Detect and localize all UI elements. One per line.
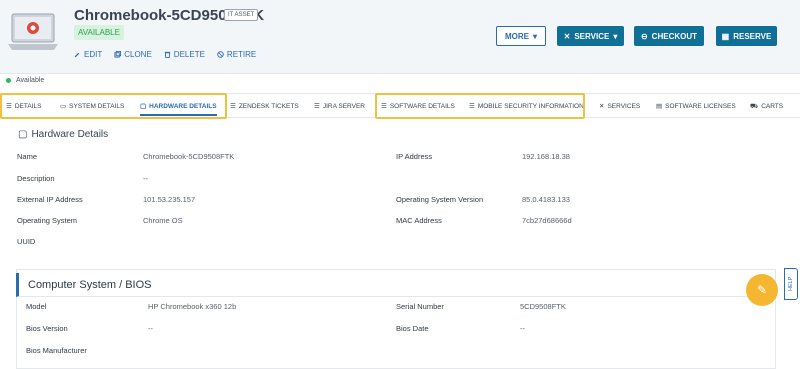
field-label: Bios Version: [26, 324, 68, 333]
asset-header: Chromebook-5CD9508FTK IT ASSET AVAILABLE…: [0, 0, 800, 74]
help-tab[interactable]: HELP: [784, 268, 798, 300]
highlight-box-left: [0, 93, 227, 119]
calendar-icon: ▦: [721, 31, 730, 41]
document-icon: ▤: [656, 103, 663, 110]
tab-jira-server[interactable]: ☰ JIRA SERVER: [314, 94, 365, 118]
field-label: Model: [26, 302, 47, 311]
assistant-fab-button[interactable]: ✎: [746, 274, 778, 306]
broom-icon: ✎: [756, 283, 768, 297]
field-value: 5CD9508FTK: [520, 302, 566, 311]
asset-actions: EDIT CLONE DELETE RETIRE: [74, 50, 256, 59]
ban-icon: [217, 51, 224, 58]
field-value: 7cb27d68666d: [522, 216, 572, 225]
retire-link[interactable]: RETIRE: [217, 50, 256, 59]
field-value: 192.168.18.38: [522, 152, 570, 161]
service-label: SERVICE: [574, 31, 610, 41]
arrow-circle-icon: ⊖: [640, 31, 648, 41]
reserve-button[interactable]: ▦ RESERVE: [716, 26, 777, 46]
list-icon: ☰: [230, 103, 236, 110]
clone-link[interactable]: CLONE: [114, 50, 152, 59]
tab-label: CARTS: [761, 102, 784, 110]
tab-label: SOFTWARE LICENSES: [665, 102, 736, 110]
field-label: MAC Address: [396, 216, 442, 225]
field-label: Name: [17, 152, 38, 161]
availability-badge: AVAILABLE: [74, 25, 124, 40]
section-title-text: Hardware Details: [31, 129, 109, 140]
status-dot-icon: [6, 78, 11, 83]
chip-icon: ▢: [18, 129, 28, 140]
checkout-label: CHECKOUT: [651, 31, 698, 41]
highlight-box-right: [375, 93, 585, 119]
tab-software-licenses[interactable]: ▤ SOFTWARE LICENSES: [656, 94, 736, 118]
bios-section-title: Computer System / BIOS: [16, 273, 776, 297]
field-value: --: [143, 174, 148, 183]
field-value: Chromebook-5CD9508FTK: [143, 152, 235, 161]
copy-icon: [114, 51, 122, 58]
more-label: MORE: [504, 31, 529, 41]
field-label: Operating System Version: [396, 195, 484, 204]
field-label: Bios Manufacturer: [26, 346, 87, 355]
delete-link[interactable]: DELETE: [164, 50, 205, 59]
caret-down-icon: ▾: [613, 31, 618, 41]
field-label: External IP Address: [17, 195, 83, 204]
field-label: IP Address: [396, 152, 433, 161]
delete-label: DELETE: [173, 50, 205, 59]
asset-type-tag: IT ASSET: [224, 9, 259, 21]
field-value: 85.0.4183.133: [522, 195, 570, 204]
pencil-icon: [74, 52, 80, 58]
tab-services[interactable]: ✕ SERVICES: [599, 94, 640, 118]
trash-icon: [164, 51, 170, 58]
tab-label: JIRA SERVER: [322, 102, 365, 110]
status-line: Available: [0, 77, 44, 84]
field-label: Description: [17, 174, 55, 183]
hardware-section-title: ▢ Hardware Details: [18, 129, 108, 140]
field-label: Bios Date: [396, 324, 429, 333]
field-label: UUID: [17, 237, 36, 246]
list-icon: ☰: [314, 103, 320, 110]
field-value: --: [148, 324, 153, 333]
checkout-button[interactable]: ⊖ CHECKOUT: [634, 26, 704, 46]
field-value: HP Chromebook x360 12b: [148, 302, 237, 311]
field-label: Operating System: [17, 216, 78, 225]
edit-label: EDIT: [84, 50, 103, 59]
tab-label: SERVICES: [607, 102, 641, 110]
cart-icon: ⛟: [750, 102, 759, 110]
more-button[interactable]: MORE ▾: [496, 26, 546, 46]
clone-label: CLONE: [124, 50, 152, 59]
tab-carts[interactable]: ⛟ CARTS: [750, 94, 783, 118]
field-value: Chrome OS: [143, 216, 183, 225]
field-value: 101.53.235.157: [143, 195, 196, 204]
status-text: Available: [16, 77, 45, 84]
service-button[interactable]: ✕ SERVICE ▾: [557, 26, 624, 46]
reserve-label: RESERVE: [733, 31, 772, 41]
edit-link[interactable]: EDIT: [74, 50, 102, 59]
field-value: --: [520, 324, 525, 333]
retire-label: RETIRE: [226, 50, 257, 59]
wrench-icon: ✕: [599, 103, 605, 110]
tab-label: ZENDESK TICKETS: [238, 102, 299, 110]
field-label: Serial Number: [396, 302, 444, 311]
device-thumbnail: [6, 6, 60, 62]
tab-zendesk-tickets[interactable]: ☰ ZENDESK TICKETS: [230, 94, 299, 118]
wrench-icon: ✕: [563, 31, 571, 41]
caret-down-icon: ▾: [532, 31, 537, 41]
